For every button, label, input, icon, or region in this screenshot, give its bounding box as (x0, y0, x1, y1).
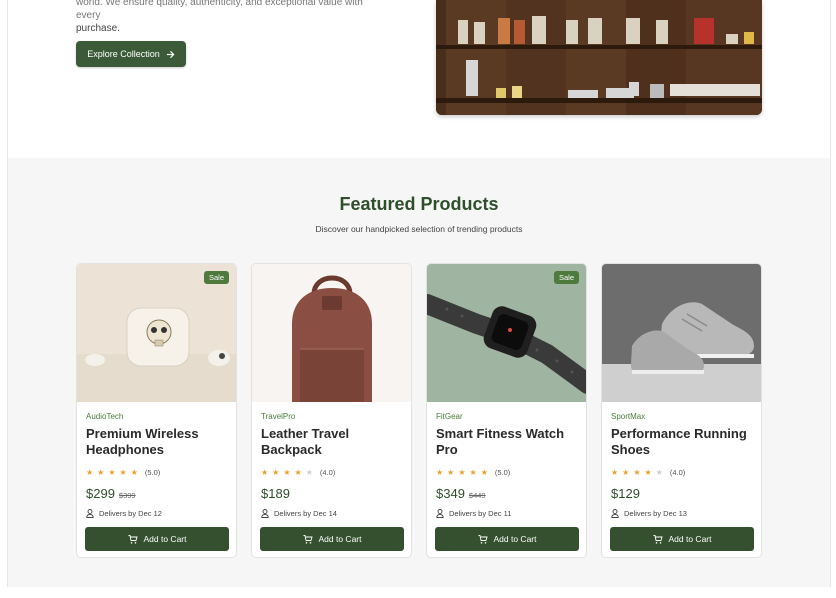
star-icon: ★ (480, 468, 488, 477)
delivery-text: Delivers by Dec 11 (449, 509, 512, 518)
delivery-text: Delivers by Dec 14 (274, 509, 337, 518)
delivery-text: Delivers by Dec 12 (99, 509, 162, 518)
product-brand[interactable]: TravelPro (261, 412, 295, 421)
delivery-info: Delivers by Dec 14 (261, 509, 337, 518)
featured-products-section: Featured Products Discover our handpicke… (8, 158, 830, 587)
product-rating: ★ ★ ★ ★ ★ (4.0) (611, 468, 685, 477)
add-to-cart-button[interactable]: Add to Cart (85, 527, 229, 551)
product-price: $129 (611, 486, 640, 501)
cart-icon (478, 534, 488, 544)
product-name[interactable]: Leather Travel Backpack (261, 426, 409, 458)
product-price: $299 $399 (86, 486, 136, 501)
user-icon (436, 509, 444, 518)
product-name[interactable]: Premium Wireless Headphones (86, 426, 234, 458)
star-icon: ★ (86, 468, 94, 477)
section-subtitle: Discover our handpicked selection of tre… (315, 224, 523, 234)
product-rating: ★ ★ ★ ★ ★ (5.0) (86, 468, 160, 477)
star-icon: ★ (97, 468, 105, 477)
star-empty-icon: ★ (655, 468, 663, 477)
rating-value: (4.0) (319, 468, 336, 477)
add-to-cart-button[interactable]: Add to Cart (435, 527, 579, 551)
star-icon: ★ (108, 468, 116, 477)
user-icon (261, 509, 269, 518)
add-to-cart-label: Add to Cart (493, 534, 537, 544)
user-icon (86, 509, 94, 518)
add-to-cart-label: Add to Cart (143, 534, 187, 544)
add-to-cart-button[interactable]: Add to Cart (260, 527, 404, 551)
star-icon: ★ (447, 468, 455, 477)
current-price: $299 (86, 486, 115, 501)
star-icon: ★ (119, 468, 127, 477)
product-brand[interactable]: AudioTech (86, 412, 123, 421)
original-price: $449 (468, 491, 486, 500)
hero-section: world. We ensure quality, authenticity, … (8, 0, 830, 158)
product-name[interactable]: Smart Fitness Watch Pro (436, 426, 584, 458)
star-icon: ★ (294, 468, 302, 477)
add-to-cart-button[interactable]: Add to Cart (610, 527, 754, 551)
delivery-text: Delivers by Dec 13 (624, 509, 687, 518)
rating-value: (5.0) (144, 468, 161, 477)
star-icon: ★ (469, 468, 477, 477)
user-icon (611, 509, 619, 518)
original-price: $399 (118, 491, 136, 500)
hero-text-line1: world. We ensure quality, authenticity, … (76, 0, 363, 21)
product-price: $189 (261, 486, 290, 501)
product-image-earbuds (77, 264, 236, 402)
product-name[interactable]: Performance Running Shoes (611, 426, 759, 458)
hero-description: world. We ensure quality, authenticity, … (76, 0, 376, 35)
product-image-smartwatch (427, 264, 586, 402)
product-card[interactable]: Sale AudioTech Premium Wireless Headphon… (76, 263, 237, 558)
add-to-cart-label: Add to Cart (318, 534, 362, 544)
product-brand[interactable]: SportMax (611, 412, 645, 421)
sale-badge: Sale (553, 271, 579, 284)
star-icon: ★ (622, 468, 630, 477)
current-price: $189 (261, 486, 290, 501)
product-image-running-shoes (602, 264, 761, 402)
star-icon: ★ (644, 468, 652, 477)
explore-label: Explore Collection (87, 49, 160, 59)
product-brand[interactable]: FitGear (436, 412, 463, 421)
product-rating: ★ ★ ★ ★ ★ (4.0) (261, 468, 335, 477)
star-icon: ★ (458, 468, 466, 477)
star-icon: ★ (261, 468, 269, 477)
rating-value: (5.0) (494, 468, 511, 477)
star-icon: ★ (272, 468, 280, 477)
product-card[interactable]: Sale FitGear Smart Fitness Watch Pro ★ ★ ★… (426, 263, 587, 558)
star-icon: ★ (283, 468, 291, 477)
arrow-right-icon (166, 50, 175, 58)
delivery-info: Delivers by Dec 11 (436, 509, 511, 518)
product-image-backpack (252, 264, 411, 402)
section-title: Featured Products (339, 194, 499, 214)
explore-collection-button[interactable]: Explore Collection (76, 41, 186, 67)
delivery-info: Delivers by Dec 12 (86, 509, 162, 518)
star-empty-icon: ★ (305, 468, 313, 477)
delivery-info: Delivers by Dec 13 (611, 509, 687, 518)
cart-icon (653, 534, 663, 544)
product-price: $349 $449 (436, 486, 486, 501)
current-price: $129 (611, 486, 640, 501)
cart-icon (128, 534, 138, 544)
rating-value: (4.0) (669, 468, 686, 477)
star-icon: ★ (611, 468, 619, 477)
add-to-cart-label: Add to Cart (668, 534, 712, 544)
product-card[interactable]: SportMax Performance Running Shoes ★ ★ ★ ★ ★… (601, 263, 762, 558)
product-rating: ★ ★ ★ ★ ★ (5.0) (436, 468, 510, 477)
star-icon: ★ (130, 468, 138, 477)
current-price: $349 (436, 486, 465, 501)
star-icon: ★ (633, 468, 641, 477)
product-card[interactable]: TravelPro Leather Travel Backpack ★ ★ ★ ★ ★ … (251, 263, 412, 558)
hero-image-shop-shelves (436, 0, 762, 115)
hero-text-line2: purchase. (76, 23, 120, 34)
star-icon: ★ (436, 468, 444, 477)
sale-badge: Sale (203, 271, 229, 284)
cart-icon (303, 534, 313, 544)
